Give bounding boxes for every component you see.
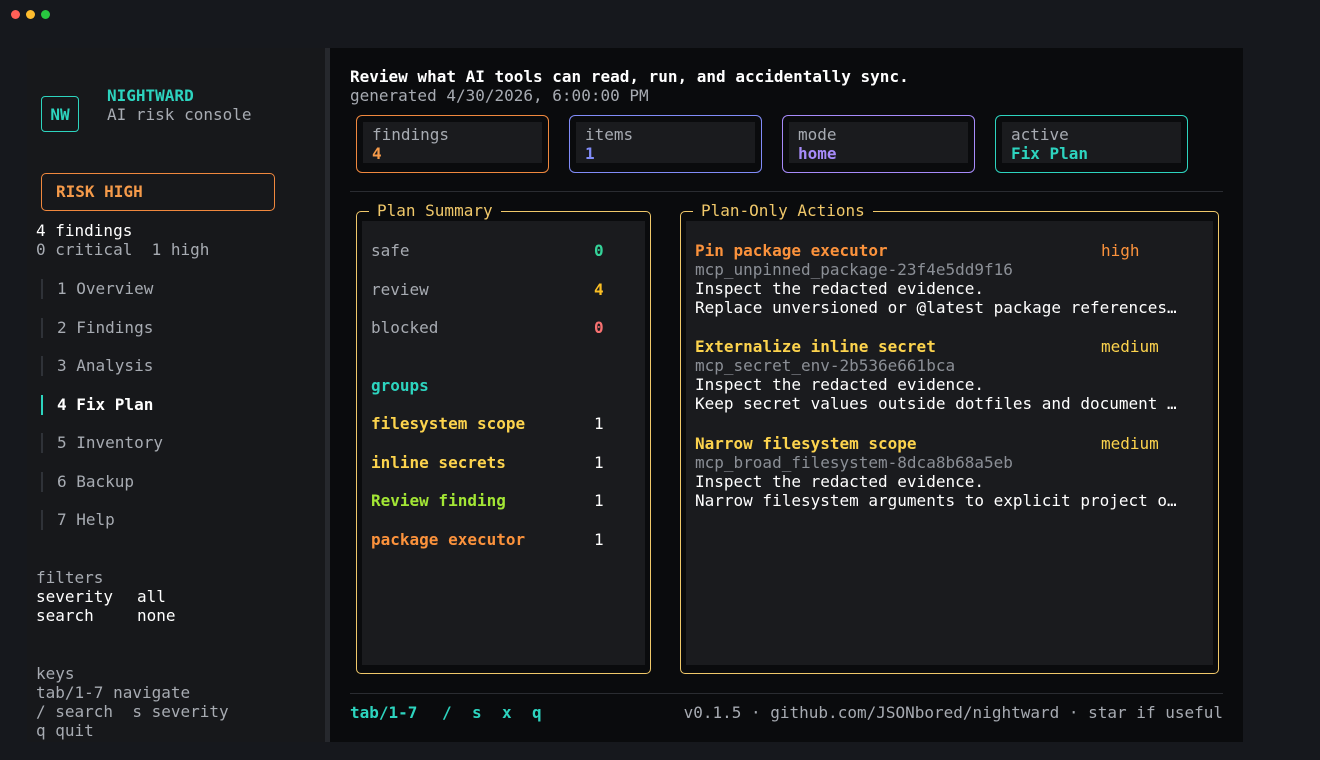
filter-severity-value[interactable]: all	[137, 587, 166, 606]
keys-heading: keys	[36, 664, 75, 683]
summary-label: safe	[371, 241, 410, 260]
nav-indicator	[41, 356, 43, 376]
summary-value: 4	[594, 280, 604, 299]
footer-key-navigate[interactable]: tab/1-7	[350, 703, 417, 722]
group-label: filesystem scope	[371, 414, 526, 433]
key-hint: tab/1-7 navigate	[36, 683, 191, 702]
findings-count: 4 findings	[36, 221, 133, 240]
page-title: Review what AI tools can read, run, and …	[350, 67, 909, 86]
generated-timestamp: generated 4/30/2026, 6:00:00 PM	[350, 86, 649, 105]
filter-search-key: search	[36, 606, 94, 625]
header-separator	[350, 191, 1223, 192]
filter-severity-key: severity	[36, 587, 114, 606]
group-count: 1	[594, 414, 604, 433]
nav-indicator	[41, 395, 43, 415]
stat-value: Fix Plan	[1011, 144, 1089, 163]
nav-label: 2 Findings	[57, 318, 154, 337]
plan-actions-panel: Plan-Only Actions Pin package executor h…	[680, 201, 1219, 674]
group-count: 1	[594, 453, 604, 472]
key-hint: / search s severity	[36, 702, 229, 721]
action-title: Externalize inline secret	[695, 337, 936, 356]
key-hint: q quit	[36, 721, 94, 740]
stat-active: active Fix Plan	[995, 115, 1188, 173]
stat-value: 1	[585, 144, 595, 163]
plan-summary-title: Plan Summary	[369, 201, 501, 220]
summary-label: blocked	[371, 318, 439, 337]
main-panel: Review what AI tools can read, run, and …	[330, 48, 1243, 742]
stat-label: mode	[798, 125, 837, 144]
action-step: Inspect the redacted evidence.	[695, 375, 984, 394]
action-severity: high	[1101, 241, 1140, 260]
stat-items: items 1	[569, 115, 762, 173]
stat-findings: findings 4	[356, 115, 549, 173]
severity-counts: 0 critical 1 high	[36, 240, 210, 259]
action-step: Inspect the redacted evidence.	[695, 472, 984, 491]
action-title: Pin package executor	[695, 241, 888, 260]
plan-summary-panel: Plan Summary safe 0 review 4 blocked 0 g…	[356, 201, 651, 674]
stat-label: active	[1011, 125, 1069, 144]
nav-label: 3 Analysis	[57, 356, 154, 375]
nav-indicator	[41, 472, 43, 492]
nav-indicator	[41, 279, 43, 299]
summary-value: 0	[594, 241, 604, 260]
group-count: 1	[594, 491, 604, 510]
action-id: mcp_unpinned_package-23f4e5dd9f16	[695, 260, 1013, 279]
action-item[interactable]: Externalize inline secret medium mcp_sec…	[681, 308, 1218, 413]
action-detail: Narrow filesystem arguments to explicit …	[695, 491, 1177, 510]
maximize-window-dot[interactable]	[41, 10, 50, 19]
action-id: mcp_broad_filesystem-8dca8b68a5eb	[695, 453, 1013, 472]
summary-label: review	[371, 280, 429, 299]
action-item[interactable]: Narrow filesystem scope medium mcp_broad…	[681, 405, 1218, 510]
action-title: Narrow filesystem scope	[695, 434, 917, 453]
group-count: 1	[594, 530, 604, 549]
risk-badge: RISK HIGH	[41, 173, 275, 211]
group-label: Review finding	[371, 491, 506, 510]
footer-key-search[interactable]: /	[442, 703, 452, 722]
stat-value: home	[798, 144, 837, 163]
footer-key-severity[interactable]: s	[472, 703, 482, 722]
nav-indicator	[41, 318, 43, 338]
footer-key-x[interactable]: x	[502, 703, 512, 722]
nav-indicator	[41, 433, 43, 453]
footer-separator	[350, 693, 1223, 694]
nav-label: 5 Inventory	[57, 433, 163, 452]
close-window-dot[interactable]	[11, 10, 20, 19]
footer-key-quit[interactable]: q	[532, 703, 542, 722]
app-window: NW NIGHTWARD AI risk console RISK HIGH 4…	[27, 48, 1243, 742]
nav-label: 7 Help	[57, 510, 115, 529]
group-label: inline secrets	[371, 453, 506, 472]
stat-value: 4	[372, 144, 382, 163]
nav-label: 4 Fix Plan	[57, 395, 154, 414]
stat-label: items	[585, 125, 634, 144]
nav-label: 1 Overview	[57, 279, 154, 298]
group-label: package executor	[371, 530, 526, 549]
app-subtitle: AI risk console	[107, 105, 252, 124]
groups-heading: groups	[371, 376, 429, 395]
action-item[interactable]: Pin package executor high mcp_unpinned_p…	[681, 212, 1218, 317]
stat-label: findings	[372, 125, 450, 144]
action-step: Inspect the redacted evidence.	[695, 279, 984, 298]
action-severity: medium	[1101, 337, 1159, 356]
minimize-window-dot[interactable]	[26, 10, 35, 19]
version-info[interactable]: v0.1.5 · github.com/JSONbored/nightward …	[684, 703, 1223, 722]
action-severity: medium	[1101, 434, 1159, 453]
app-logo: NW	[41, 96, 79, 132]
filter-search-value[interactable]: none	[137, 606, 176, 625]
nav-indicator	[41, 510, 43, 530]
stat-mode: mode home	[782, 115, 975, 173]
nav-label: 6 Backup	[57, 472, 135, 491]
filters-heading: filters	[36, 568, 104, 587]
sidebar: NW NIGHTWARD AI risk console RISK HIGH 4…	[27, 48, 325, 742]
summary-value: 0	[594, 318, 604, 337]
action-id: mcp_secret_env-2b536e661bca	[695, 356, 956, 375]
app-name: NIGHTWARD	[107, 86, 194, 105]
